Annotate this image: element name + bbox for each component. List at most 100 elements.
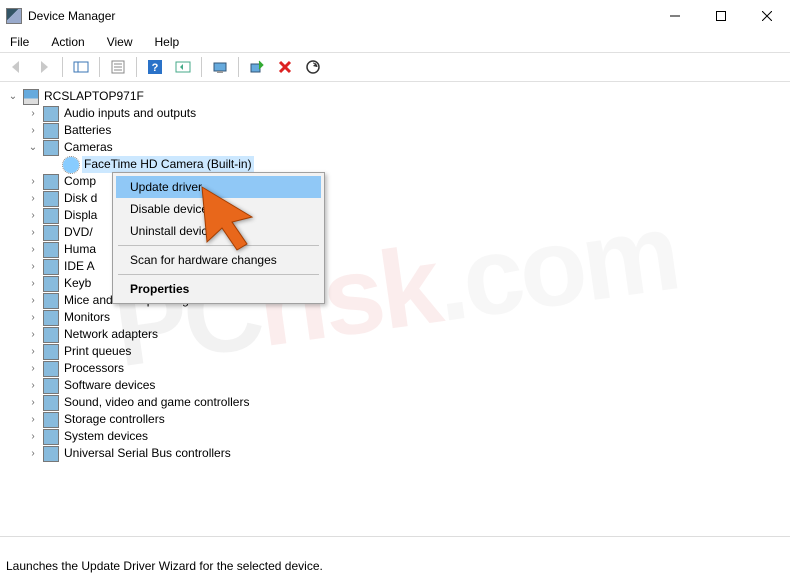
tree-item-0[interactable]: › Audio inputs and outputs xyxy=(0,105,790,122)
tree-item-label: Sound, video and game controllers xyxy=(62,394,251,411)
tree-item-label: DVD/ xyxy=(62,224,95,241)
tree-item-label: FaceTime HD Camera (Built-in) xyxy=(82,156,254,173)
tree-item-label: Processors xyxy=(62,360,126,377)
expand-toggle-icon[interactable]: › xyxy=(26,241,40,258)
close-button[interactable] xyxy=(744,0,790,32)
device-icon xyxy=(23,89,39,105)
tree-item-14[interactable]: › Processors xyxy=(0,360,790,377)
tree-item-18[interactable]: › System devices xyxy=(0,428,790,445)
tree-item-13[interactable]: ›Print queues xyxy=(0,343,790,360)
ctx-label-update: Update driver xyxy=(130,180,202,194)
device-icon xyxy=(43,174,59,190)
expand-toggle-icon[interactable]: › xyxy=(26,105,40,122)
device-icon xyxy=(43,429,59,445)
device-icon xyxy=(43,208,59,224)
properties-button[interactable] xyxy=(106,55,130,79)
tree-item-label: Universal Serial Bus controllers xyxy=(62,445,233,462)
tree-item-15[interactable]: ›Software devices xyxy=(0,377,790,394)
back-button[interactable] xyxy=(4,55,28,79)
expand-toggle-icon[interactable]: › xyxy=(26,173,40,190)
expand-toggle-icon[interactable]: › xyxy=(26,275,40,292)
device-icon xyxy=(43,395,59,411)
tree-item-11[interactable]: › Monitors xyxy=(0,309,790,326)
device-icon xyxy=(43,123,59,139)
menu-view[interactable]: View xyxy=(103,33,137,51)
tree-item-label: IDE A xyxy=(62,258,97,275)
expand-toggle-icon[interactable]: › xyxy=(26,343,40,360)
expand-toggle-icon[interactable]: ⌄ xyxy=(6,88,20,105)
device-icon xyxy=(43,310,59,326)
expand-toggle-icon[interactable]: › xyxy=(26,394,40,411)
minimize-button[interactable] xyxy=(652,0,698,32)
tree-item-label: Batteries xyxy=(62,122,113,139)
menu-file[interactable]: File xyxy=(6,33,33,51)
action-button[interactable] xyxy=(171,55,195,79)
tree-item-label: Cameras xyxy=(62,139,115,156)
tree-item-label: Huma xyxy=(62,241,98,258)
tree-item-label: System devices xyxy=(62,428,150,445)
tree-item-label: Audio inputs and outputs xyxy=(62,105,198,122)
show-hide-console-tree-button[interactable] xyxy=(69,55,93,79)
ctx-separator xyxy=(118,274,319,275)
svg-text:?: ? xyxy=(152,62,159,74)
expand-toggle-icon[interactable]: › xyxy=(26,411,40,428)
expand-toggle-icon[interactable]: › xyxy=(26,207,40,224)
ctx-label-uninstall: Uninstall device xyxy=(130,224,214,238)
tree-item-16[interactable]: › Sound, video and game controllers xyxy=(0,394,790,411)
expand-toggle-icon[interactable]: › xyxy=(26,445,40,462)
tree-item-label: Comp xyxy=(62,173,98,190)
expand-toggle-icon[interactable]: › xyxy=(26,377,40,394)
device-icon xyxy=(43,276,59,292)
forward-button[interactable] xyxy=(32,55,56,79)
menu-action[interactable]: Action xyxy=(47,33,88,51)
expand-toggle-icon[interactable]: › xyxy=(26,326,40,343)
titlebar: Device Manager xyxy=(0,0,790,32)
device-tree[interactable]: ⌄RCSLAPTOP971F›Audio inputs and outputs›… xyxy=(0,82,790,537)
maximize-button[interactable] xyxy=(698,0,744,32)
ctx-uninstall-device[interactable]: Uninstall device xyxy=(116,220,321,242)
help-button[interactable]: ? xyxy=(143,55,167,79)
context-menu: Update driver Disable device Uninstall d… xyxy=(112,172,325,304)
ctx-scan-hardware[interactable]: Scan for hardware changes xyxy=(116,249,321,271)
tree-item-2[interactable]: ⌄ Cameras xyxy=(0,139,790,156)
disable-device-button[interactable] xyxy=(245,55,269,79)
expand-toggle-icon[interactable]: › xyxy=(26,292,40,309)
device-icon xyxy=(43,344,59,360)
tree-item-selected-device[interactable]: FaceTime HD Camera (Built-in) xyxy=(0,156,790,173)
uninstall-device-button[interactable] xyxy=(273,55,297,79)
expand-toggle-icon[interactable]: › xyxy=(26,360,40,377)
expand-toggle-icon[interactable]: › xyxy=(26,190,40,207)
expand-toggle-icon[interactable]: › xyxy=(26,122,40,139)
tree-item-label: Disk d xyxy=(62,190,99,207)
expand-toggle-icon[interactable]: › xyxy=(26,309,40,326)
tree-item-label: Monitors xyxy=(62,309,112,326)
menu-help[interactable]: Help xyxy=(151,33,184,51)
expand-toggle-icon[interactable]: › xyxy=(26,224,40,241)
expand-toggle-icon[interactable]: › xyxy=(26,258,40,275)
tree-item-1[interactable]: › Batteries xyxy=(0,122,790,139)
tree-item-12[interactable]: ›Network adapters xyxy=(0,326,790,343)
device-icon xyxy=(43,378,59,394)
tree-item-label: Displa xyxy=(62,207,99,224)
window-title: Device Manager xyxy=(28,9,115,23)
tree-item-label: Keyb xyxy=(62,275,93,292)
ctx-update-driver[interactable]: Update driver xyxy=(116,176,321,198)
device-icon xyxy=(63,157,79,173)
update-driver-button[interactable] xyxy=(208,55,232,79)
ctx-label-disable: Disable device xyxy=(130,202,208,216)
expand-toggle-icon[interactable]: › xyxy=(26,428,40,445)
device-icon xyxy=(43,242,59,258)
status-bar: Launches the Update Driver Wizard for th… xyxy=(0,555,790,579)
tree-root[interactable]: ⌄RCSLAPTOP971F xyxy=(0,88,790,105)
toolbar: ? xyxy=(0,52,790,82)
scan-hardware-button[interactable] xyxy=(301,55,325,79)
ctx-separator xyxy=(118,245,319,246)
ctx-properties[interactable]: Properties xyxy=(116,278,321,300)
device-icon xyxy=(43,191,59,207)
expand-toggle-icon[interactable]: ⌄ xyxy=(26,139,40,156)
tree-item-17[interactable]: ›Storage controllers xyxy=(0,411,790,428)
ctx-disable-device[interactable]: Disable device xyxy=(116,198,321,220)
status-text: Launches the Update Driver Wizard for th… xyxy=(6,559,323,573)
tree-item-19[interactable]: › Universal Serial Bus controllers xyxy=(0,445,790,462)
device-icon xyxy=(43,106,59,122)
